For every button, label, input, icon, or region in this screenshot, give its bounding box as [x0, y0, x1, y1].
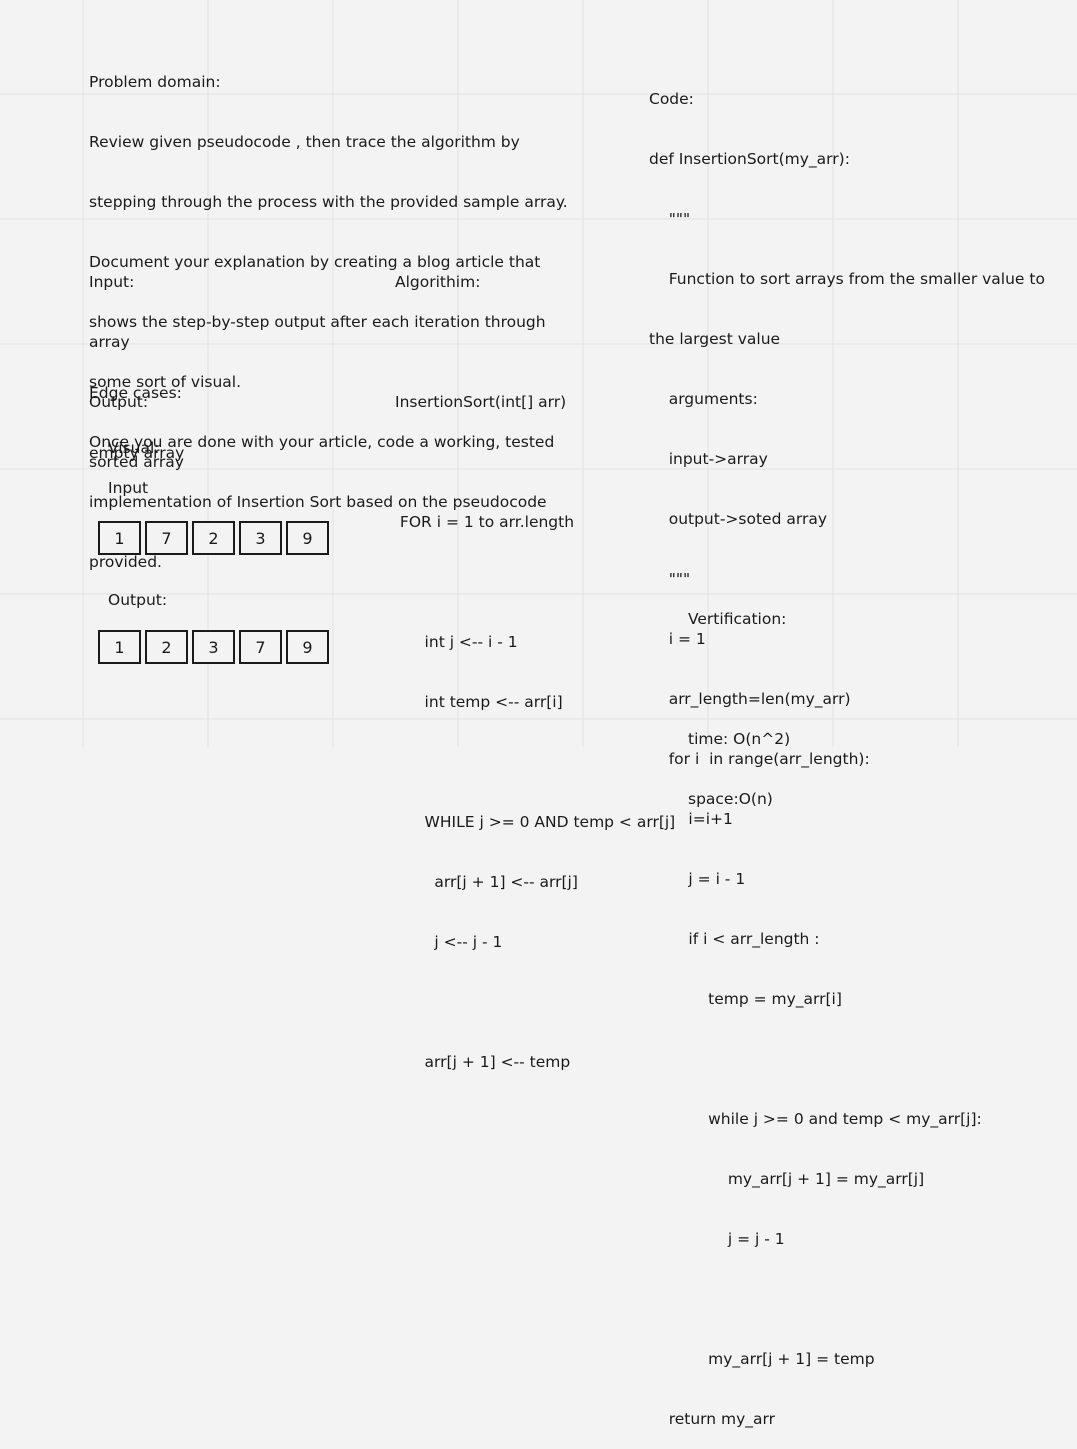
array-cell: 2: [192, 521, 235, 555]
array-cell: 9: [286, 521, 329, 555]
problem-line: stepping through the process with the pr…: [89, 193, 568, 211]
algorithm-line: FOR i = 1 to arr.length: [395, 513, 575, 531]
algorithm-line: [395, 332, 675, 352]
array-cell: 1: [98, 630, 141, 664]
code-line: the largest value: [649, 330, 781, 348]
code-line: def InsertionSort(my_arr):: [649, 150, 850, 168]
verification-space: space:O(n): [688, 790, 773, 808]
algorithm-line: j <-- j - 1: [395, 933, 503, 951]
code-line: temp = my_arr[i]: [649, 990, 842, 1008]
algorithm-pseudocode: Algorithim: InsertionSort(int[] arr) FOR…: [395, 232, 675, 1092]
verification-time: time: O(n^2): [688, 730, 791, 748]
code-line: Code:: [649, 90, 694, 108]
input-array: 1 7 2 3 9: [98, 521, 329, 555]
verification-block: Vertification: time: O(n^2) space:O(n): [688, 569, 790, 829]
code-line: return my_arr: [649, 1410, 776, 1428]
algorithm-line: [395, 992, 675, 1012]
algorithm-line: int temp <-- arr[i]: [395, 693, 563, 711]
code-line: my_arr[j + 1] = temp: [649, 1350, 875, 1368]
algorithm-line: int j <-- i - 1: [395, 633, 518, 651]
visual-output-label: Output:: [108, 591, 168, 609]
array-cell: 2: [145, 630, 188, 664]
output-array: 1 2 3 7 9: [98, 630, 329, 664]
problem-line: Review given pseudocode , then trace the…: [89, 133, 520, 151]
code-line: Function to sort arrays from the smaller…: [649, 270, 1045, 288]
array-cell: 9: [286, 630, 329, 664]
verification-label: Vertification:: [688, 610, 787, 628]
code-line: j = j - 1: [649, 1230, 785, 1248]
code-line: arguments:: [649, 390, 758, 408]
visual-label: Visual:: [108, 439, 160, 457]
edge-cases-label: Edge cases:: [89, 384, 182, 402]
code-line: """: [649, 210, 691, 228]
algorithm-line: InsertionSort(int[] arr): [395, 393, 567, 411]
algorithm-line: [395, 752, 675, 772]
code-line: if i < arr_length :: [649, 930, 820, 948]
code-line: my_arr[j + 1] = my_arr[j]: [649, 1170, 925, 1188]
algorithm-line: [395, 452, 675, 472]
algorithm-line: arr[j + 1] <-- arr[j]: [395, 873, 578, 891]
visual-input-label: Input: [108, 479, 149, 497]
array-cell: 1: [98, 521, 141, 555]
problem-line: Problem domain:: [89, 73, 221, 91]
algorithm-line: Algorithim:: [395, 273, 481, 291]
code-line: while j >= 0 and temp < my_arr[j]:: [649, 1110, 982, 1128]
edge-cases-text: Edge cases: empty array: [89, 343, 184, 483]
code-line: output->soted array: [649, 510, 827, 528]
algorithm-line: WHILE j >= 0 AND temp < arr[j]: [395, 813, 676, 831]
code-line: input->array: [649, 450, 768, 468]
array-cell: 7: [145, 521, 188, 555]
array-cell: 3: [192, 630, 235, 664]
algorithm-line: arr[j + 1] <-- temp: [395, 1053, 571, 1071]
array-cell: 3: [239, 521, 282, 555]
code-line: j = i - 1: [649, 870, 746, 888]
input-label: Input:: [89, 273, 135, 291]
array-cell: 7: [239, 630, 282, 664]
algorithm-line: [395, 572, 675, 592]
